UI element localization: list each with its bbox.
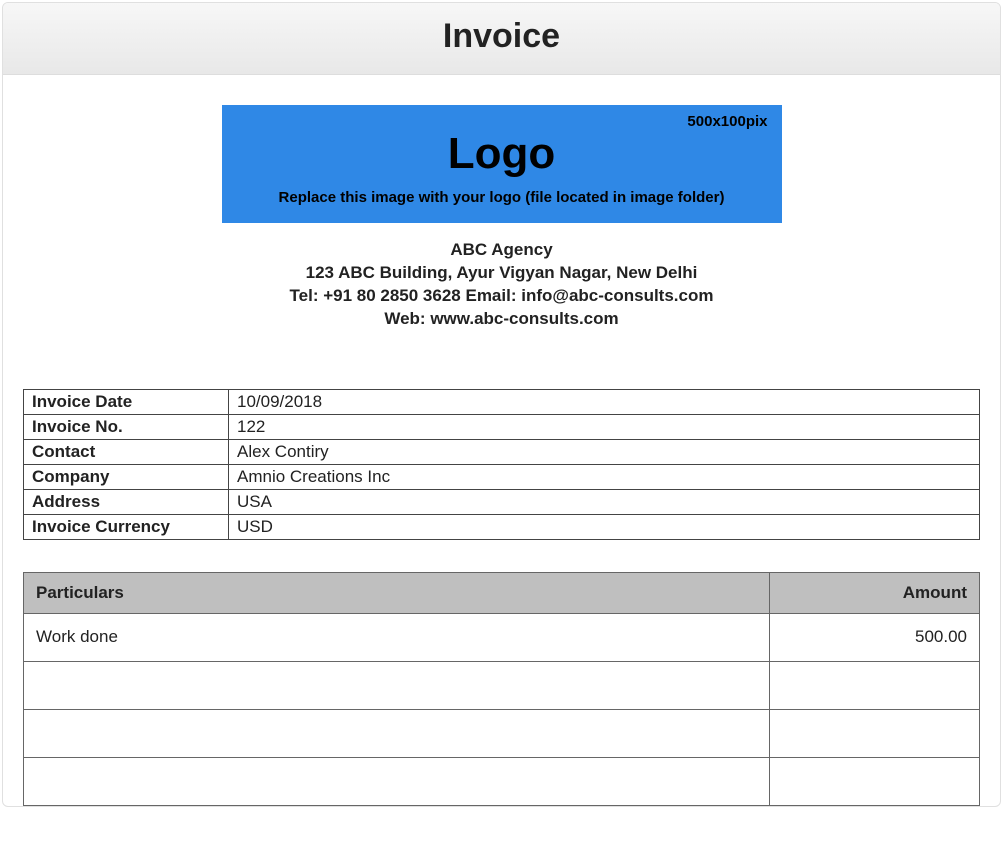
value-company: Amnio Creations Inc xyxy=(229,464,980,489)
company-contact: Tel: +91 80 2850 3628 Email: info@abc-co… xyxy=(23,285,980,308)
cell-amount xyxy=(770,661,980,709)
cell-amount: 500.00 xyxy=(770,613,980,661)
logo-wrap: 500x100pix Logo Replace this image with … xyxy=(23,105,980,223)
value-invoice-date: 10/09/2018 xyxy=(229,389,980,414)
detail-row-no: Invoice No. 122 xyxy=(24,414,980,439)
header-particulars: Particulars xyxy=(24,572,770,613)
cell-particulars xyxy=(24,709,770,757)
detail-row-company: Company Amnio Creations Inc xyxy=(24,464,980,489)
content-area: 500x100pix Logo Replace this image with … xyxy=(3,75,1000,806)
item-row: Work done 500.00 xyxy=(24,613,980,661)
label-invoice-date: Invoice Date xyxy=(24,389,229,414)
company-block: ABC Agency 123 ABC Building, Ayur Vigyan… xyxy=(23,239,980,331)
company-address: 123 ABC Building, Ayur Vigyan Nagar, New… xyxy=(23,262,980,285)
logo-replace-text: Replace this image with your logo (file … xyxy=(222,189,782,206)
cell-amount xyxy=(770,757,980,805)
label-contact: Contact xyxy=(24,439,229,464)
detail-row-address: Address USA xyxy=(24,489,980,514)
items-header-row: Particulars Amount xyxy=(24,572,980,613)
header-amount: Amount xyxy=(770,572,980,613)
item-row xyxy=(24,757,980,805)
company-name: ABC Agency xyxy=(23,239,980,262)
cell-particulars: Work done xyxy=(24,613,770,661)
value-contact: Alex Contiry xyxy=(229,439,980,464)
logo-placeholder: 500x100pix Logo Replace this image with … xyxy=(222,105,782,223)
detail-row-contact: Contact Alex Contiry xyxy=(24,439,980,464)
value-invoice-no: 122 xyxy=(229,414,980,439)
cell-amount xyxy=(770,709,980,757)
invoice-page: Invoice 500x100pix Logo Replace this ima… xyxy=(2,2,1001,807)
company-web: Web: www.abc-consults.com xyxy=(23,308,980,331)
item-row xyxy=(24,709,980,757)
title-bar: Invoice xyxy=(3,3,1000,75)
detail-row-date: Invoice Date 10/09/2018 xyxy=(24,389,980,414)
cell-particulars xyxy=(24,661,770,709)
line-items-table: Particulars Amount Work done 500.00 xyxy=(23,572,980,806)
label-address: Address xyxy=(24,489,229,514)
value-address: USA xyxy=(229,489,980,514)
page-title: Invoice xyxy=(3,17,1000,56)
label-currency: Invoice Currency xyxy=(24,514,229,539)
value-currency: USD xyxy=(229,514,980,539)
detail-row-currency: Invoice Currency USD xyxy=(24,514,980,539)
logo-dimensions: 500x100pix xyxy=(687,113,767,130)
label-invoice-no: Invoice No. xyxy=(24,414,229,439)
invoice-details-table: Invoice Date 10/09/2018 Invoice No. 122 … xyxy=(23,389,980,540)
item-row xyxy=(24,661,980,709)
cell-particulars xyxy=(24,757,770,805)
label-company: Company xyxy=(24,464,229,489)
